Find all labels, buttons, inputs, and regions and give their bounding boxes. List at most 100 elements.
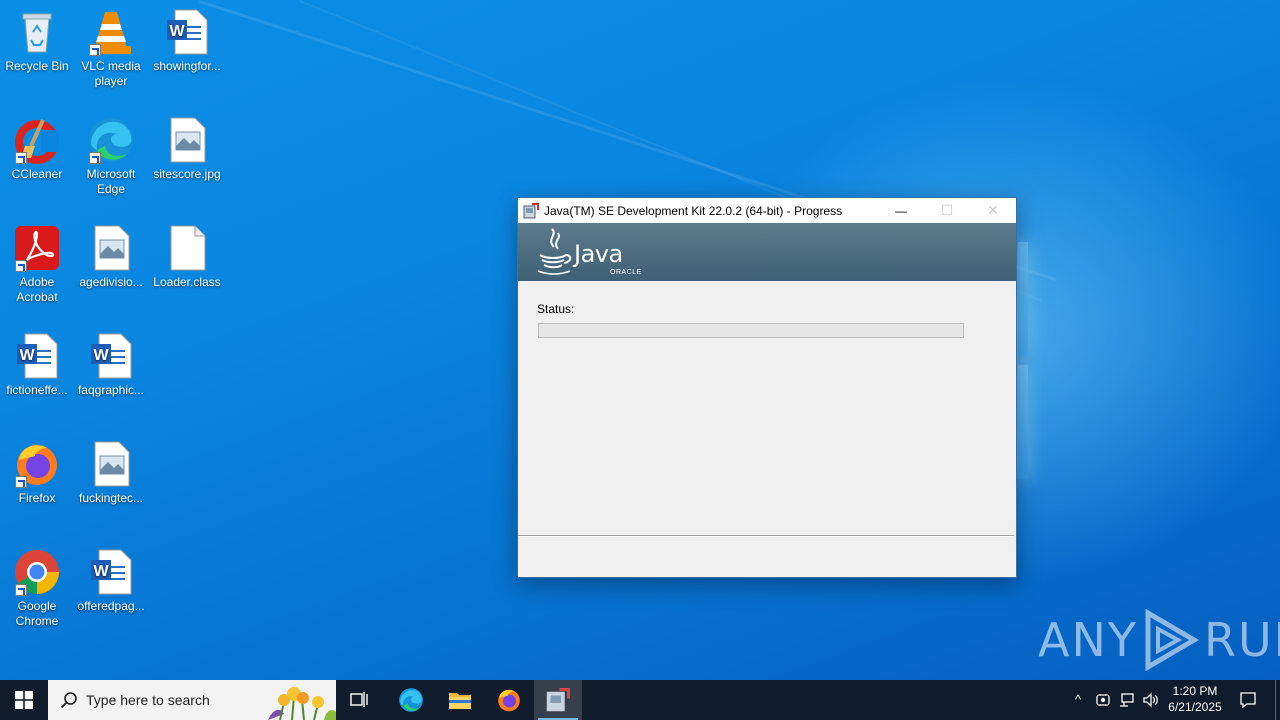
- desktop-icon-offeredpag[interactable]: W offeredpag...: [74, 548, 148, 614]
- installer-app-icon: [546, 688, 570, 712]
- firefox-icon: [13, 440, 61, 488]
- svg-text:W: W: [93, 563, 109, 580]
- taskbar-edge-button[interactable]: [387, 680, 435, 720]
- desktop-icon-fictioneffe[interactable]: W fictioneffe...: [0, 332, 74, 398]
- taskbar-search-box[interactable]: [48, 680, 336, 720]
- volume-icon: [1143, 692, 1158, 708]
- watermark-text-left: ANY: [1038, 613, 1138, 667]
- recycle-bin-icon: [13, 8, 61, 56]
- svg-text:W: W: [19, 347, 35, 364]
- blank-file-icon: [163, 224, 211, 272]
- taskbar-file-explorer-button[interactable]: [436, 680, 484, 720]
- maximize-icon: ☐: [940, 202, 954, 218]
- shortcut-arrow-icon: [15, 584, 27, 596]
- desktop-icon-label: VLC media player: [81, 59, 141, 88]
- taskbar-java-installer-button[interactable]: [534, 680, 582, 720]
- close-icon: ✕: [987, 202, 999, 218]
- word-document-icon: W: [163, 8, 211, 56]
- firefox-icon: [498, 689, 520, 712]
- folder-icon: [449, 693, 471, 709]
- desktop-icon-label: Firefox: [18, 491, 56, 505]
- wallpaper-logo-pane: [1018, 365, 1028, 479]
- maximize-button[interactable]: ☐: [924, 198, 970, 223]
- task-view-button[interactable]: [336, 680, 384, 720]
- desktop-icon-recycle-bin[interactable]: Recycle Bin: [0, 8, 74, 74]
- desktop-icon-label: Adobe Acrobat: [16, 275, 58, 304]
- word-document-icon: W: [13, 332, 61, 380]
- java-cup-logo-icon: [537, 228, 572, 275]
- search-icon: [60, 692, 77, 709]
- windows-logo-icon: [15, 691, 33, 709]
- desktop-icon-label: CCleaner: [11, 167, 63, 181]
- window-title: Java(TM) SE Development Kit 22.0.2 (64-b…: [544, 203, 843, 218]
- search-highlight-flowers-icon: [268, 687, 336, 720]
- window-titlebar[interactable]: Java(TM) SE Development Kit 22.0.2 (64-b…: [518, 198, 1016, 223]
- tray-app-icon: [1096, 694, 1110, 706]
- shortcut-arrow-icon: [15, 476, 27, 488]
- vlc-icon: [87, 8, 135, 56]
- oracle-logo-text: ORACLE: [610, 269, 642, 276]
- desktop-icon-firefox[interactable]: Firefox: [0, 440, 74, 506]
- close-button[interactable]: ✕: [970, 198, 1016, 223]
- desktop-icon-fuckingtec[interactable]: fuckingtec...: [74, 440, 148, 506]
- taskbar-firefox-button[interactable]: [485, 680, 533, 720]
- chevron-up-icon: ^: [1074, 692, 1082, 707]
- desktop-icon-label: Loader.class: [153, 275, 221, 289]
- desktop-icon-faqgraphic[interactable]: W faqgraphic...: [74, 332, 148, 398]
- install-progress-bar: [538, 323, 964, 338]
- desktop-icon-microsoft-edge[interactable]: Microsoft Edge: [74, 116, 148, 197]
- desktop-icon-label: showingfor...: [153, 59, 221, 73]
- show-desktop-button[interactable]: [1275, 680, 1276, 720]
- task-view-icon: [350, 692, 368, 707]
- desktop-icon-label: fuckingtec...: [78, 491, 144, 505]
- desktop-icon-label: Google Chrome: [15, 599, 59, 628]
- shortcut-arrow-icon: [15, 152, 27, 164]
- network-button[interactable]: [1117, 690, 1137, 710]
- desktop-icon-vlc[interactable]: VLC media player: [74, 8, 148, 89]
- shortcut-arrow-icon: [15, 260, 27, 272]
- taskbar-clock[interactable]: 1:20 PM 6/21/2025: [1160, 683, 1230, 715]
- network-icon: [1120, 693, 1134, 707]
- desktop-icon-ccleaner[interactable]: CCleaner: [0, 116, 74, 182]
- notification-icon: [1240, 692, 1256, 709]
- chrome-icon: [13, 548, 61, 596]
- desktop-icon-showingfor[interactable]: W showingfor...: [150, 8, 224, 74]
- edge-icon: [87, 116, 135, 164]
- desktop-icon-label: Recycle Bin: [5, 59, 69, 73]
- java-installer-window[interactable]: Java(TM) SE Development Kit 22.0.2 (64-b…: [517, 197, 1017, 578]
- shortcut-arrow-icon: [89, 44, 101, 56]
- volume-button[interactable]: [1141, 690, 1161, 710]
- button-area-divider: [518, 535, 1014, 537]
- desktop-icon-sitescore[interactable]: sitescore.jpg: [150, 116, 224, 182]
- desktop-icon-adobe-acrobat[interactable]: Adobe Acrobat: [0, 224, 74, 305]
- desktop-icon-google-chrome[interactable]: Google Chrome: [0, 548, 74, 629]
- java-banner: Java ORACLE: [518, 223, 1016, 281]
- clock-date: 6/21/2025: [1168, 700, 1222, 714]
- svg-text:W: W: [93, 347, 109, 364]
- ccleaner-icon: [13, 116, 61, 164]
- desktop-icon-label: sitescore.jpg: [153, 167, 221, 181]
- show-hidden-icons-button[interactable]: ^: [1068, 690, 1088, 710]
- desktop-icon-label: agedivisio...: [79, 275, 143, 289]
- java-logo-text: Java: [574, 240, 623, 268]
- anyrun-watermark: ANY RUN: [1038, 608, 1280, 672]
- desktop-icon-loader-class[interactable]: Loader.class: [150, 224, 224, 290]
- image-file-icon: [87, 440, 135, 488]
- desktop-icon-label: offeredpag...: [77, 599, 145, 613]
- taskbar: ^ 1:20 PM 6/21/2025: [0, 680, 1280, 720]
- action-center-button[interactable]: [1237, 690, 1259, 710]
- start-button[interactable]: [0, 680, 48, 720]
- clock-time: 1:20 PM: [1172, 684, 1218, 698]
- shortcut-arrow-icon: [89, 152, 101, 164]
- minimize-button[interactable]: —: [878, 198, 924, 223]
- tray-app-icon-button[interactable]: [1093, 690, 1113, 710]
- word-document-icon: W: [87, 332, 135, 380]
- image-file-icon: [87, 224, 135, 272]
- desktop-icon-agedivisio[interactable]: agedivisio...: [74, 224, 148, 290]
- search-input[interactable]: [86, 692, 266, 708]
- word-document-icon: W: [87, 548, 135, 596]
- desktop-icon-label: fictioneffe...: [6, 383, 68, 397]
- play-triangle-icon: [1145, 609, 1199, 671]
- desktop-icon-label: faqgraphic...: [77, 383, 145, 397]
- installer-content: Status:: [518, 281, 1016, 533]
